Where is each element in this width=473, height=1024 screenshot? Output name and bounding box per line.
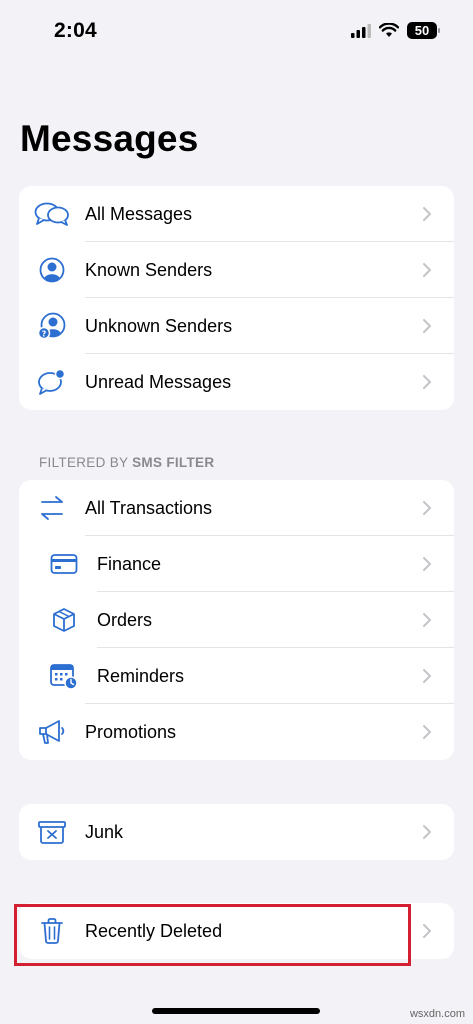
chevron-right-icon xyxy=(423,319,431,333)
known-senders-row[interactable]: Known Senders xyxy=(19,242,454,298)
orders-row[interactable]: Orders xyxy=(19,592,454,648)
status-bar: 2:04 50 xyxy=(0,0,473,60)
unknown-senders-row[interactable]: ? Unknown Senders xyxy=(19,298,454,354)
all-transactions-row[interactable]: All Transactions xyxy=(19,480,454,536)
svg-text:?: ? xyxy=(42,330,47,339)
promotions-label: Promotions xyxy=(85,721,177,742)
orders-label: Orders xyxy=(97,609,153,630)
chevron-right-icon xyxy=(423,825,431,839)
highlight-box xyxy=(14,904,411,966)
battery-icon: 50 xyxy=(407,22,440,39)
wifi-icon xyxy=(379,23,399,37)
all-messages-row[interactable]: All Messages xyxy=(19,186,454,242)
arrows-left-right-icon xyxy=(34,493,70,523)
chevron-right-icon xyxy=(423,924,431,938)
status-time: 2:04 xyxy=(54,19,97,42)
person-circle-icon xyxy=(34,255,70,285)
junk-row[interactable]: Junk xyxy=(19,804,454,860)
section-header-filter-name: SMS FILTER xyxy=(132,455,215,470)
unread-bubble-icon xyxy=(34,367,70,397)
watermark: wsxdn.com xyxy=(409,1008,465,1020)
chevron-right-icon xyxy=(423,207,431,221)
main-filter-list: All Messages Known Senders ? Unknown Sen… xyxy=(19,186,454,410)
chevron-right-icon xyxy=(423,375,431,389)
section-header-filtered-by: FILTERED BY SMS FILTER xyxy=(39,455,214,470)
promotions-row[interactable]: Promotions xyxy=(19,704,454,760)
chevron-right-icon xyxy=(423,557,431,571)
chevron-right-icon xyxy=(423,725,431,739)
section-header-prefix: FILTERED BY xyxy=(39,455,133,470)
battery-level: 50 xyxy=(414,23,430,38)
chevron-right-icon xyxy=(423,501,431,515)
all-messages-label: All Messages xyxy=(85,203,193,224)
unread-messages-label: Unread Messages xyxy=(85,371,232,392)
unread-messages-row[interactable]: Unread Messages xyxy=(19,354,454,410)
chevron-right-icon xyxy=(423,669,431,683)
junk-box-icon xyxy=(34,817,70,847)
home-indicator xyxy=(152,1008,320,1014)
speech-bubbles-icon xyxy=(34,199,70,229)
known-senders-label: Known Senders xyxy=(85,259,213,280)
status-icons: 50 xyxy=(351,22,440,39)
signal-icon xyxy=(351,23,371,38)
person-question-icon: ? xyxy=(34,311,70,341)
reminders-row[interactable]: Reminders xyxy=(19,648,454,704)
calendar-clock-icon xyxy=(46,661,82,691)
sms-filter-list: All Transactions Finance Orders Reminder… xyxy=(19,480,454,760)
finance-row[interactable]: Finance xyxy=(19,536,454,592)
megaphone-icon xyxy=(34,717,70,747)
chevron-right-icon xyxy=(423,263,431,277)
box-icon xyxy=(46,605,82,635)
junk-label: Junk xyxy=(85,821,124,842)
page-title: Messages xyxy=(20,118,199,159)
unknown-senders-label: Unknown Senders xyxy=(85,315,233,336)
chevron-right-icon xyxy=(423,613,431,627)
junk-list: Junk xyxy=(19,804,454,860)
finance-label: Finance xyxy=(97,553,162,574)
credit-card-icon xyxy=(46,549,82,579)
all-transactions-label: All Transactions xyxy=(85,497,213,518)
reminders-label: Reminders xyxy=(97,665,185,686)
